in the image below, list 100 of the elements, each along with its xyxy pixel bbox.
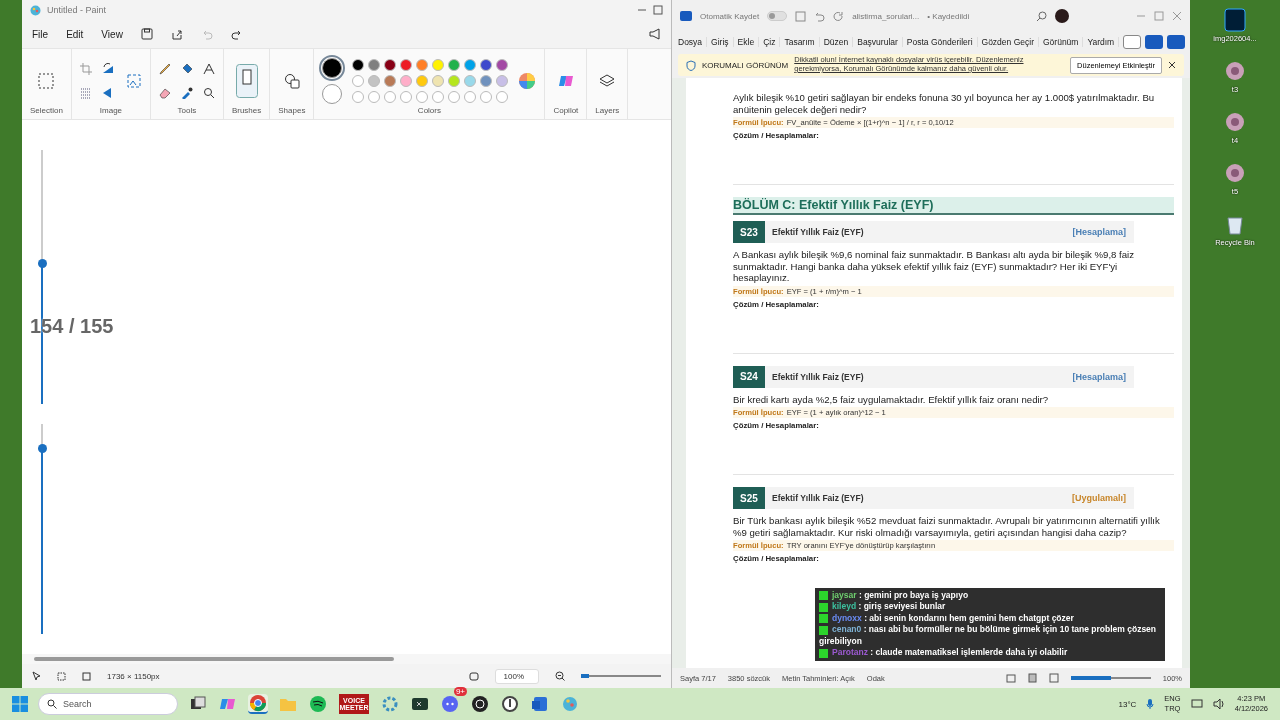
recorder-icon[interactable] xyxy=(471,695,489,713)
selection-icon[interactable] xyxy=(38,72,55,89)
current-color-swatch[interactable] xyxy=(322,83,343,104)
empty-color-slot[interactable] xyxy=(480,90,493,103)
color-swatch[interactable] xyxy=(352,74,365,87)
color-swatch[interactable] xyxy=(432,74,445,87)
color-swatch[interactable] xyxy=(448,74,461,87)
megaphone-icon[interactable] xyxy=(649,28,661,40)
color-swatch[interactable] xyxy=(416,74,429,87)
ribbon-tab[interactable]: Görünüm xyxy=(1039,37,1084,47)
layers-icon[interactable] xyxy=(599,72,616,89)
color-swatch[interactable] xyxy=(368,74,381,87)
empty-color-slot[interactable] xyxy=(400,90,413,103)
color-swatch[interactable] xyxy=(384,58,397,71)
user-avatar[interactable] xyxy=(1055,9,1070,23)
share-button[interactable] xyxy=(1167,35,1186,49)
color-picker-icon[interactable] xyxy=(180,86,193,99)
fit-icon[interactable] xyxy=(468,671,479,681)
crop-icon[interactable] xyxy=(79,62,92,75)
ribbon-tab[interactable]: Yardım xyxy=(1083,37,1120,47)
zoom-dropdown[interactable]: 100% xyxy=(494,668,539,684)
empty-color-slot[interactable] xyxy=(384,90,397,103)
network-icon[interactable] xyxy=(1190,698,1203,710)
rotate-icon[interactable] xyxy=(101,62,116,75)
image-file-icon[interactable] xyxy=(1223,59,1247,83)
color-swatch[interactable] xyxy=(464,58,477,71)
menu-item[interactable]: File xyxy=(32,28,49,40)
chat-app-icon[interactable] xyxy=(441,695,459,713)
color-swatch[interactable] xyxy=(480,74,493,87)
undo-icon[interactable] xyxy=(814,10,826,22)
empty-color-slot[interactable] xyxy=(432,90,445,103)
color-swatch[interactable] xyxy=(352,58,365,71)
search-icon[interactable] xyxy=(1036,10,1048,22)
image-file-icon[interactable] xyxy=(1223,110,1247,134)
game-icon[interactable] xyxy=(501,695,519,713)
windows-start-icon[interactable] xyxy=(12,696,28,712)
maximize-icon[interactable] xyxy=(1154,11,1164,21)
empty-color-slot[interactable] xyxy=(464,90,477,103)
print-layout-icon[interactable] xyxy=(1027,673,1037,683)
ribbon-tab[interactable]: Düzen xyxy=(819,37,854,47)
empty-color-slot[interactable] xyxy=(496,90,509,103)
file-name[interactable]: alistirma_sorulari... xyxy=(852,11,920,21)
text-icon[interactable] xyxy=(202,62,215,75)
color-swatch[interactable] xyxy=(416,58,429,71)
color-swatch[interactable] xyxy=(384,74,397,87)
ribbon-tab[interactable]: Tasarım xyxy=(780,37,820,47)
redo-icon[interactable] xyxy=(230,28,243,40)
pencil-icon[interactable] xyxy=(158,62,171,75)
color-swatch[interactable] xyxy=(496,74,509,87)
save-icon[interactable] xyxy=(140,28,153,40)
color-swatch[interactable] xyxy=(480,58,493,71)
ribbon-tab[interactable]: Gözden Geçir xyxy=(977,37,1039,47)
editing-button[interactable] xyxy=(1145,35,1164,49)
ribbon-tab[interactable]: Posta Gönderileri xyxy=(902,37,978,47)
color-swatch[interactable] xyxy=(432,58,445,71)
brush-icon[interactable] xyxy=(235,63,258,98)
color-swatch[interactable] xyxy=(400,74,413,87)
shapes-icon[interactable] xyxy=(283,72,300,89)
comments-button[interactable] xyxy=(1123,35,1142,49)
ribbon-tab[interactable]: Başvurular xyxy=(853,37,903,47)
empty-color-slot[interactable] xyxy=(352,90,365,103)
empty-color-slot[interactable] xyxy=(368,90,381,103)
volume-icon[interactable] xyxy=(1212,698,1225,710)
zoom-out-icon[interactable] xyxy=(555,671,565,681)
gear-icon[interactable] xyxy=(381,695,399,713)
color-wheel-icon[interactable] xyxy=(518,71,537,90)
current-color-swatch[interactable] xyxy=(322,57,343,78)
menu-item[interactable]: View xyxy=(101,28,123,40)
empty-color-slot[interactable] xyxy=(416,90,429,103)
ribbon-tab[interactable]: Dosya xyxy=(674,37,708,47)
read-mode-icon[interactable] xyxy=(1005,673,1016,683)
color-swatch[interactable] xyxy=(368,58,381,71)
share-icon[interactable] xyxy=(170,28,183,40)
ribbon-tab[interactable]: Çiz xyxy=(759,37,781,47)
paint-palette-icon[interactable] xyxy=(561,695,579,713)
fill-bucket-icon[interactable] xyxy=(180,62,193,75)
photoshop-file-icon[interactable] xyxy=(1223,8,1247,32)
web-layout-icon[interactable] xyxy=(1048,673,1059,683)
image-select-icon[interactable] xyxy=(125,72,142,89)
autosave-toggle[interactable] xyxy=(767,11,788,21)
eraser-icon[interactable] xyxy=(158,86,171,99)
menu-item[interactable]: Edit xyxy=(66,28,84,40)
terminal-icon[interactable] xyxy=(411,695,429,713)
resize-icon[interactable] xyxy=(79,86,92,99)
search-field[interactable]: Search xyxy=(38,693,178,715)
ribbon-tab[interactable]: Giriş xyxy=(707,37,734,47)
maximize-icon[interactable] xyxy=(653,5,663,15)
ribbon-tab[interactable]: Ekle xyxy=(733,37,760,47)
empty-color-slot[interactable] xyxy=(448,90,461,103)
word-icon[interactable] xyxy=(531,695,549,713)
image-file-icon[interactable] xyxy=(1223,161,1247,185)
weather-temperature[interactable]: 13°C xyxy=(1118,699,1137,709)
magnifier-icon[interactable] xyxy=(202,86,215,99)
microphone-icon[interactable] xyxy=(1146,698,1155,710)
color-swatch[interactable] xyxy=(448,58,461,71)
scrollbar-thumb[interactable] xyxy=(34,657,394,661)
color-swatch[interactable] xyxy=(400,58,413,71)
music-app-icon[interactable] xyxy=(309,695,327,713)
close-icon[interactable] xyxy=(1168,61,1176,69)
color-swatch[interactable] xyxy=(464,74,477,87)
